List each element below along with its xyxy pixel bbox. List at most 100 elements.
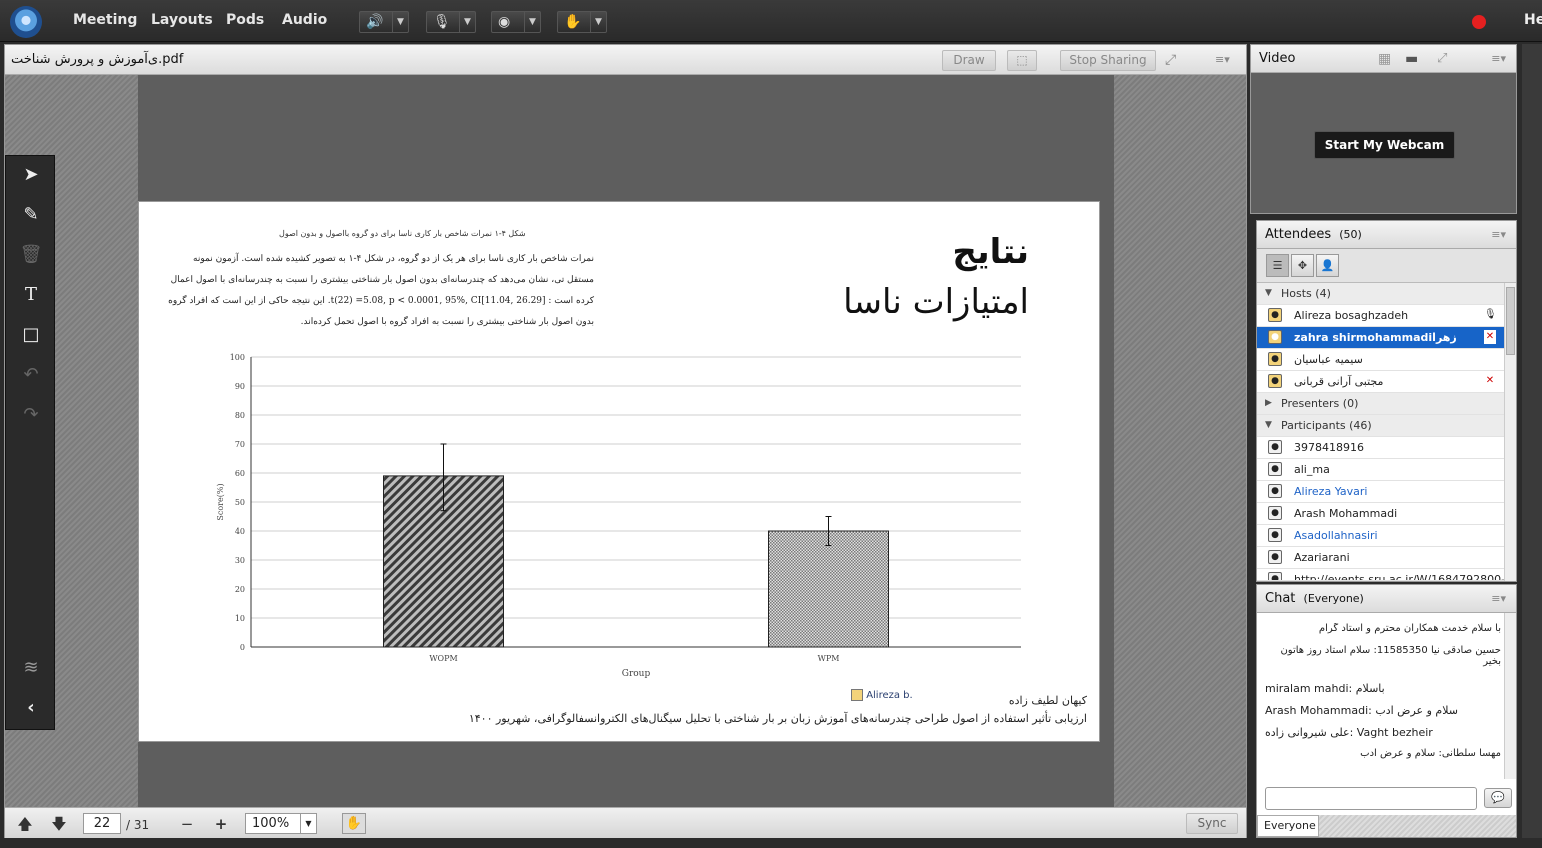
highlighter-tool-icon[interactable]: ✎ [16, 200, 46, 230]
shape-tool-icon[interactable]: □ [16, 320, 46, 350]
fullscreen-icon[interactable]: ⤢ [1437, 51, 1447, 66]
menu-audio[interactable]: Audio [282, 12, 327, 28]
layers-icon[interactable]: ≋ [16, 653, 46, 683]
expand-icon[interactable]: ▶ [1265, 393, 1272, 414]
menu-layouts[interactable]: Layouts [151, 12, 213, 28]
stop-sharing-button[interactable]: Stop Sharing [1060, 50, 1156, 71]
page-number-input[interactable]: 22 [83, 813, 121, 834]
chevron-down-icon[interactable]: ▼ [392, 12, 408, 32]
attendee-row[interactable]: ● مجتبی آرانی قربانی ✕ [1257, 371, 1504, 393]
attendee-row[interactable]: ● Asadollahnasiri [1257, 525, 1504, 547]
grid-view-icon[interactable]: ▦ [1378, 51, 1391, 67]
y-tick-label: 80 [235, 411, 245, 420]
y-tick-label: 60 [235, 469, 245, 478]
chat-input[interactable] [1265, 787, 1477, 810]
microphone-button[interactable]: 🎙 ▼ [426, 11, 476, 33]
chevron-down-icon[interactable]: ▼ [590, 12, 606, 32]
menu-meeting[interactable]: Meeting [73, 12, 137, 28]
text-tool-icon[interactable]: T [16, 280, 46, 310]
start-webcam-button[interactable]: Start My Webcam [1314, 131, 1455, 159]
participants-group[interactable]: ▼ Participants (46) [1257, 415, 1504, 437]
attendees-title: Attendees (50) [1265, 227, 1362, 242]
attendee-row[interactable]: ● Alireza Yavari [1257, 481, 1504, 503]
share-pod-footer: 🡅 🡇 22 / 31 − + 100% ▼ ✋ Sync [5, 807, 1246, 838]
hosts-group[interactable]: ▼ Hosts (4) [1257, 283, 1504, 305]
attendees-scrollbar[interactable] [1504, 283, 1516, 581]
eraser-icon[interactable]: ⬚ [1007, 50, 1037, 71]
chat-message: با سلام خدمت همکاران محترم و استاد گرام [1318, 623, 1501, 634]
attendee-row[interactable]: ● 3978418916 [1257, 437, 1504, 459]
video-area: Start My Webcam [1251, 73, 1516, 213]
slide-citation: ارزیابی تأثیر استفاده از اصول طراحی چندر… [468, 712, 1087, 725]
list-view-icon[interactable]: ☰ [1266, 254, 1289, 277]
send-message-icon[interactable]: 💬 [1484, 788, 1512, 808]
redo-icon[interactable]: ↷ [16, 400, 46, 430]
y-tick-label: 40 [235, 527, 245, 536]
chat-tab-everyone[interactable]: Everyone [1257, 815, 1319, 837]
paragraph-line: مستقل تی، نشان می‌دهد که چندرسانه‌ای بدو… [170, 275, 594, 285]
pod-options-icon[interactable]: ≡▾ [1215, 53, 1230, 66]
recording-indicator-icon[interactable] [1472, 15, 1486, 29]
help-menu[interactable]: He [1524, 12, 1542, 28]
chat-message: Arash Mohammadi: سلام و عرض ادب [1265, 704, 1458, 717]
filmstrip-view-icon[interactable]: ▬ [1405, 51, 1418, 67]
camera-button[interactable]: ◉ ▼ [491, 11, 541, 33]
pod-options-icon[interactable]: ≡▾ [1491, 228, 1506, 241]
speaker-icon: 🔊 [366, 14, 384, 30]
video-pod: Video ▦ ▬ ⤢ ≡▾ Start My Webcam [1250, 44, 1517, 214]
draw-button[interactable]: Draw [942, 50, 996, 71]
attendee-row[interactable]: ● سیمیه عباسیان [1257, 349, 1504, 371]
pointer-tool-icon[interactable]: ➤ [16, 160, 46, 190]
attendee-row[interactable]: ● ali_ma [1257, 459, 1504, 481]
raise-hand-button[interactable]: ✋ ▼ [557, 11, 607, 33]
attendee-row[interactable]: ● Alireza bosaghzadeh 🎙 [1257, 305, 1504, 327]
participant-icon: ● [1268, 484, 1282, 498]
zoom-select[interactable]: 100% ▼ [245, 813, 317, 834]
previous-page-icon[interactable]: 🡅 [15, 814, 35, 834]
speaker-button[interactable]: 🔊 ▼ [359, 11, 409, 33]
undo-icon[interactable]: ↶ [16, 360, 46, 390]
collapse-toolbar-icon[interactable]: ‹ [16, 693, 46, 723]
chat-message: مهسا سلطانی: سلام و عرض ادب [1360, 748, 1501, 759]
y-tick-label: 20 [235, 585, 245, 594]
next-page-icon[interactable]: 🡇 [49, 814, 69, 834]
delete-icon[interactable]: 🗑 [16, 240, 46, 270]
chat-message: حسین صادقی نیا 11585350: سلام استاد روز … [1280, 645, 1501, 667]
fullscreen-icon[interactable]: ⤢ [1165, 52, 1176, 68]
attendee-row[interactable]: ● zahra shirmohammadiزهرا شیرمحمدی ✕ [1257, 327, 1504, 365]
sync-button[interactable]: Sync [1186, 813, 1238, 834]
presenters-group-label: Presenters (0) [1281, 397, 1359, 410]
top-menu-bar: Meeting Layouts Pods Audio 🔊 ▼ 🎙 ▼ ◉ ▼ ✋… [0, 0, 1542, 42]
attendees-pod: Attendees (50) ≡▾ ☰ ✥ 👤 ▼ Hosts (4) ● Al… [1256, 220, 1517, 582]
attendee-row[interactable]: ● Azariarani [1257, 547, 1504, 569]
paragraph-line: بدون اصول بار شناختی بیشتری را نسبت به ا… [300, 317, 594, 327]
menu-pods[interactable]: Pods [226, 12, 264, 28]
host-icon: ● [1268, 330, 1282, 344]
participant-icon: ● [1268, 550, 1282, 564]
user-status-icon[interactable]: 👤 [1316, 254, 1339, 277]
chat-message: miralam mahdi: باسلام [1265, 682, 1385, 695]
x-tick-label: WPM [818, 654, 840, 663]
expand-icon[interactable]: ▼ [1265, 283, 1272, 304]
expand-icon[interactable]: ▼ [1265, 415, 1272, 436]
participant-icon: ● [1268, 528, 1282, 542]
chevron-down-icon[interactable]: ▼ [524, 12, 540, 32]
zoom-in-icon[interactable]: + [211, 814, 231, 834]
presenters-group[interactable]: ▶ Presenters (0) [1257, 393, 1504, 415]
bar-chart: 0 10 20 30 40 50 60 70 80 90 100 WOPM WPM Group Score(… [216, 353, 1021, 679]
scrollbar-thumb[interactable] [1506, 287, 1515, 355]
attendee-row[interactable]: ● http://events.sru.ac.ir/W/1684792800-8 [1257, 569, 1504, 581]
slide-title: نتایج [952, 232, 1029, 272]
chevron-down-icon[interactable]: ▼ [300, 814, 316, 833]
pod-options-icon[interactable]: ≡▾ [1491, 52, 1506, 65]
attendee-row[interactable]: ● Arash Mohammadi [1257, 503, 1504, 525]
breakout-icon[interactable]: ✥ [1291, 254, 1314, 277]
x-tick-label: WOPM [429, 654, 457, 663]
presenter-cursor-label: Alireza b. [851, 689, 913, 701]
zoom-out-icon[interactable]: − [177, 814, 197, 834]
chat-scrollbar[interactable] [1504, 613, 1516, 779]
pod-options-icon[interactable]: ≡▾ [1491, 592, 1506, 605]
chevron-down-icon[interactable]: ▼ [459, 12, 475, 32]
slide-author: کیهان لطیف زاده [1008, 694, 1087, 707]
hand-tool-icon[interactable]: ✋ [342, 813, 366, 834]
